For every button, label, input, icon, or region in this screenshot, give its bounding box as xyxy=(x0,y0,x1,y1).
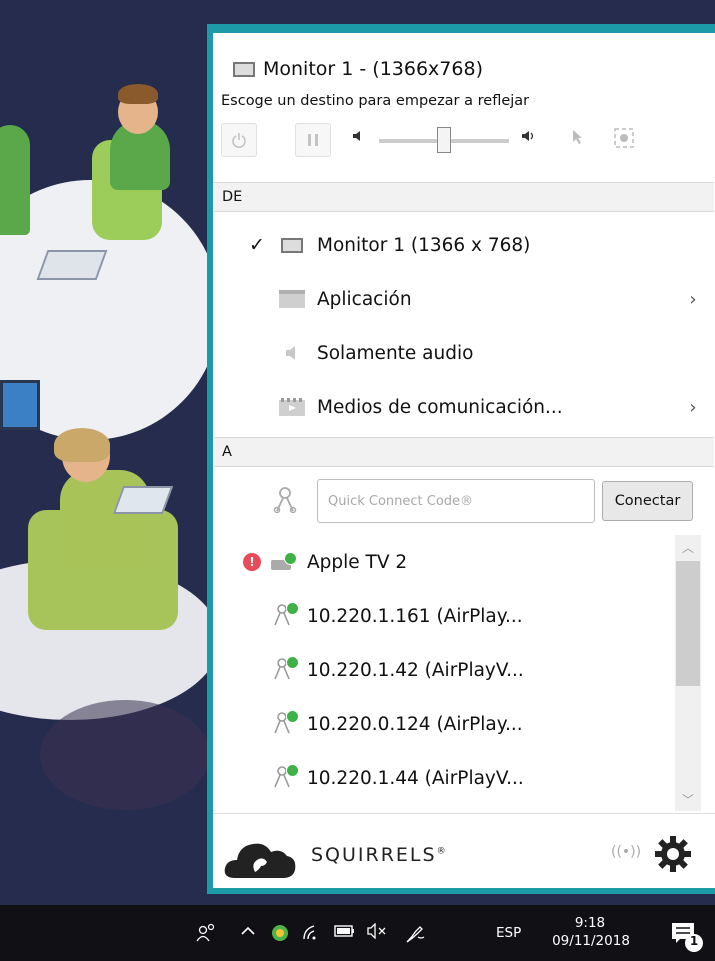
wallpaper-person-hair xyxy=(118,84,158,104)
wallpaper-person-2-hair xyxy=(54,428,110,462)
connect-button[interactable]: Conectar xyxy=(602,481,693,521)
source-item-label: Medios de comunicación... xyxy=(317,396,563,418)
source-item-monitor[interactable]: ✓ Monitor 1 (1366 x 768) xyxy=(213,218,713,272)
language-indicator[interactable]: ESP xyxy=(496,925,521,941)
wallpaper-monitor xyxy=(0,380,40,430)
power-button[interactable] xyxy=(221,123,257,157)
wallpaper-shadow xyxy=(40,700,210,810)
chevron-up-icon[interactable] xyxy=(240,923,256,943)
media-icon xyxy=(279,398,305,416)
airplay-icon xyxy=(271,710,299,736)
warning-icon: ! xyxy=(243,553,261,571)
pause-icon xyxy=(308,134,318,146)
source-item-label: Monitor 1 (1366 x 768) xyxy=(317,234,531,256)
source-section-header: DE xyxy=(214,182,714,212)
clock-date[interactable]: 09/11/2018 xyxy=(546,933,636,949)
airplay-icon xyxy=(271,602,299,628)
destination-item[interactable]: 10.220.1.161 (AirPlay... xyxy=(213,589,673,643)
destination-item[interactable]: 10.220.1.42 (AirPlayV... xyxy=(213,643,673,697)
wallpaper-laptop xyxy=(36,250,108,280)
wallpaper-person-2 xyxy=(60,470,150,570)
wallpaper-tablet xyxy=(112,486,174,514)
airplay-icon xyxy=(271,656,299,682)
cursor-icon[interactable] xyxy=(571,129,585,149)
destination-scrollbar[interactable]: ︿ ﹀ xyxy=(675,535,701,811)
volume-muted-icon[interactable] xyxy=(366,922,388,944)
control-bar xyxy=(221,123,661,159)
monitor-icon xyxy=(279,236,305,254)
application-icon xyxy=(279,290,305,308)
apple-tv-icon xyxy=(271,552,297,572)
airplay-icon xyxy=(271,764,299,790)
record-icon[interactable] xyxy=(613,127,635,153)
volume-high-icon[interactable] xyxy=(521,129,539,147)
quick-connect-icon xyxy=(273,487,297,519)
quick-connect-input[interactable] xyxy=(317,479,595,523)
brand-mark: ® xyxy=(436,846,448,857)
source-item-label: Aplicación xyxy=(317,288,412,310)
scroll-down-icon[interactable]: ﹀ xyxy=(675,787,701,811)
clock-time[interactable]: 9:18 xyxy=(560,913,620,933)
pause-button[interactable] xyxy=(295,123,331,157)
panel-footer: SQUIRRELS® ((•)) xyxy=(213,813,715,888)
destination-item-label: 10.220.0.124 (AirPlay... xyxy=(307,713,523,735)
source-item-media[interactable]: Medios de comunicación... › xyxy=(213,380,713,434)
notification-center-icon[interactable]: 1 xyxy=(666,915,706,955)
destination-item-label: 10.220.1.161 (AirPlay... xyxy=(307,605,523,627)
scrollbar-thumb[interactable] xyxy=(676,561,700,686)
destination-list: ! Apple TV 2 10.220.1.161 (AirPlay... 10… xyxy=(213,535,713,807)
airparrot-panel: Monitor 1 - (1366x768) Escoge un destino… xyxy=(213,33,715,888)
destination-item[interactable]: 10.220.1.44 (AirPlayV... xyxy=(213,751,673,805)
people-icon[interactable] xyxy=(196,923,218,948)
window-subtitle: Escoge un destino para empezar a refleja… xyxy=(221,93,530,109)
broadcast-icon[interactable]: ((•)) xyxy=(611,844,641,860)
quick-connect-row: Conectar xyxy=(213,477,713,531)
source-item-application[interactable]: Aplicación › xyxy=(213,272,713,326)
brand-text: SQUIRRELS xyxy=(311,844,437,866)
checkmark-icon: ✓ xyxy=(249,234,265,256)
chevron-right-icon: › xyxy=(689,288,697,310)
destination-item[interactable]: 10.220.0.124 (AirPlay... xyxy=(213,697,673,751)
brand-name: SQUIRRELS® xyxy=(311,844,448,866)
source-item-audio[interactable]: Solamente audio xyxy=(213,326,713,380)
window-title: Monitor 1 - (1366x768) xyxy=(233,58,483,80)
speaker-icon xyxy=(279,344,305,362)
scroll-up-icon[interactable]: ︿ xyxy=(675,535,701,559)
destination-item-label: 10.220.1.44 (AirPlayV... xyxy=(307,767,524,789)
squirrels-logo-icon xyxy=(224,843,296,878)
source-item-label: Solamente audio xyxy=(317,342,474,364)
pen-icon[interactable] xyxy=(404,923,426,950)
volume-slider-thumb[interactable] xyxy=(437,127,451,153)
volume-mute-icon[interactable] xyxy=(351,129,365,147)
wallpaper-person-left xyxy=(0,125,30,235)
taskbar: ESP 9:18 09/11/2018 1 xyxy=(0,905,715,961)
destination-item-apple-tv[interactable]: ! Apple TV 2 xyxy=(213,535,673,589)
battery-icon[interactable] xyxy=(334,923,356,943)
notification-count: 1 xyxy=(689,934,699,948)
destination-section-header: A xyxy=(214,437,714,467)
gear-icon[interactable] xyxy=(653,834,693,874)
chevron-right-icon: › xyxy=(689,396,697,418)
wifi-icon[interactable] xyxy=(302,923,322,946)
monitor-icon xyxy=(233,61,255,77)
app-tray-icon[interactable] xyxy=(270,923,290,948)
window-title-text: Monitor 1 - (1366x768) xyxy=(263,58,483,80)
destination-item-label: Apple TV 2 xyxy=(307,551,408,573)
power-icon xyxy=(232,133,246,148)
destination-item-label: 10.220.1.42 (AirPlayV... xyxy=(307,659,524,681)
